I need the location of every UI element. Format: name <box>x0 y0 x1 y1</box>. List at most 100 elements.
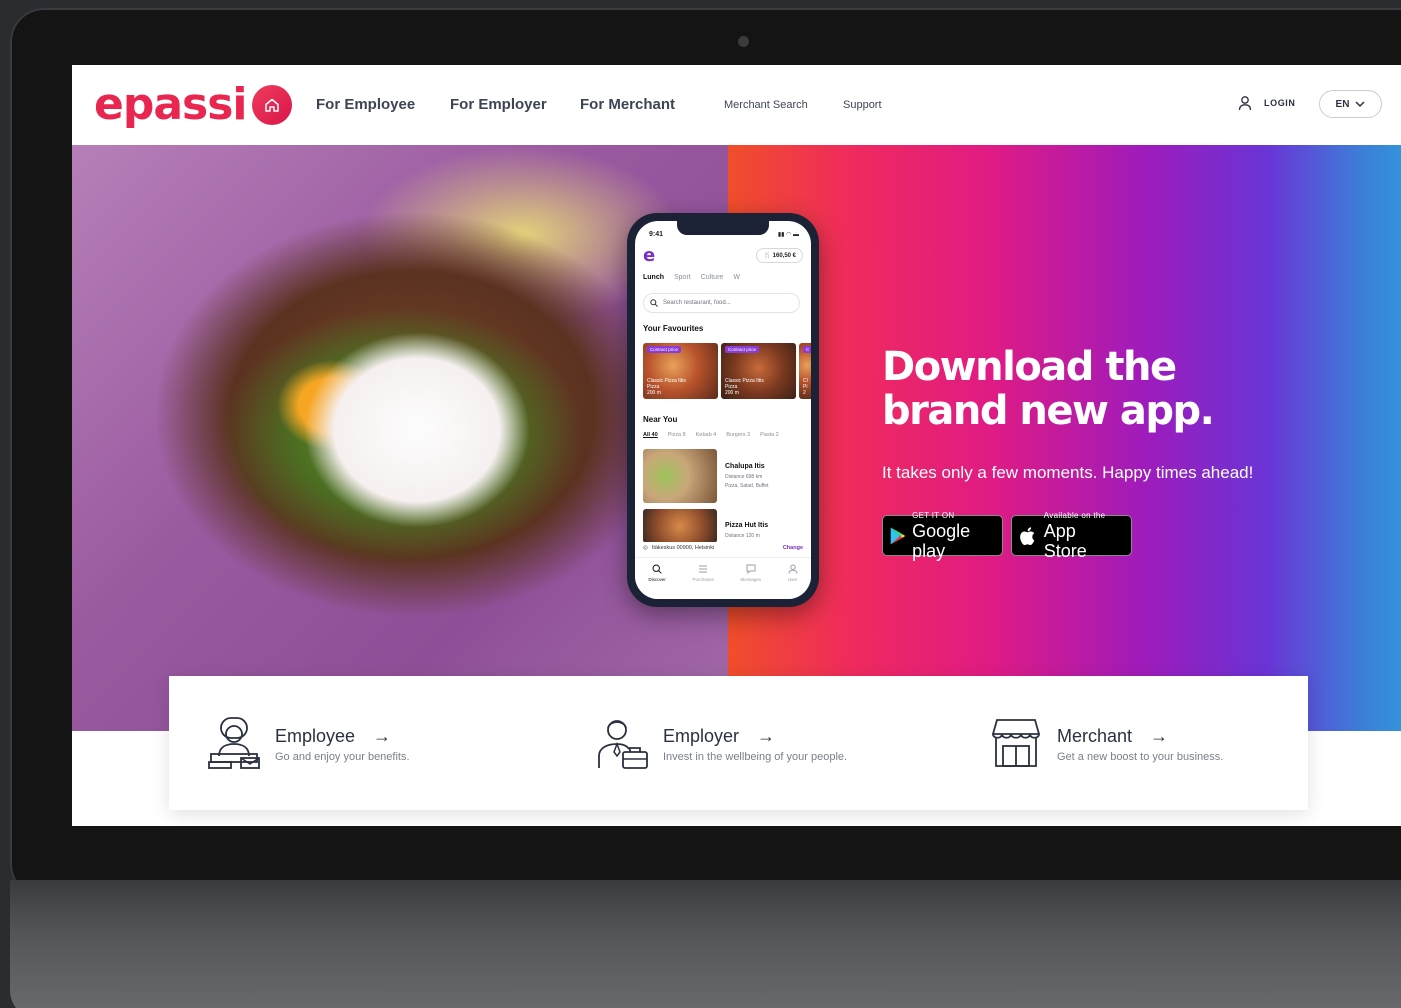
phone-screen: 9:41 ▮▮ ◠ ▬ e 🍴 160,50 € Lunch Sport Cul… <box>635 221 811 599</box>
app-logo-icon: e <box>643 245 656 266</box>
phone-nav-discover[interactable]: Discover <box>648 564 666 599</box>
phone-mockup: 9:41 ▮▮ ◠ ▬ e 🍴 160,50 € Lunch Sport Cul… <box>627 213 819 607</box>
restaurant-photo[interactable] <box>643 449 717 503</box>
favourite-distance: 200 m <box>647 390 661 396</box>
phone-notch <box>677 221 769 235</box>
phone-category-tabs: Lunch Sport Culture W <box>643 274 740 281</box>
nav-for-merchant[interactable]: For Merchant <box>580 96 675 113</box>
app-store-big: App Store <box>1043 520 1087 561</box>
phone-cat-more[interactable]: W <box>733 274 740 281</box>
phone-cat-culture[interactable]: Culture <box>701 274 724 281</box>
favourite-label: Classic Pizza Ittis Pizza 200 m <box>647 378 686 396</box>
phone-favourite-card[interactable]: Contract price Classic Pizza Ittis Pizza… <box>721 343 796 399</box>
phone-favourite-card[interactable]: C Cl Pi 2 <box>799 343 811 399</box>
restaurant-tags: Pizza, Salad, Buffet <box>725 483 769 489</box>
card-employer-desc: Invest in the wellbeing of your people. <box>663 751 848 763</box>
phone-nav-label: Messages <box>740 577 761 582</box>
nav-for-employer[interactable]: For Employer <box>450 96 547 113</box>
phone-near-heading: Near You <box>643 415 678 424</box>
google-play-button[interactable]: GET IT ON Google play <box>882 511 1003 561</box>
chevron-down-icon <box>1355 100 1365 107</box>
location-change-link[interactable]: Change <box>783 545 803 551</box>
login-label: LOGIN <box>1264 98 1296 108</box>
location-text: Itäkeskus 00900, Helsinki <box>651 545 715 551</box>
restaurant-photo[interactable] <box>643 509 717 543</box>
restaurant-name[interactable]: Chalupa Itis <box>725 463 765 470</box>
balance-value: 160,50 € <box>772 253 796 259</box>
site-header: epassi For Employee For Employer For Mer… <box>72 65 1401 145</box>
near-tab[interactable]: Kebab 4 <box>696 432 717 438</box>
message-icon <box>746 564 756 574</box>
card-employee[interactable]: Employee → Go and enjoy your benefits. <box>207 716 410 770</box>
phone-favourite-card[interactable]: Contract price Classic Pizza Ittis Pizza… <box>643 343 718 399</box>
laptop-base <box>10 880 1401 1008</box>
phone-time: 9:41 <box>649 231 664 238</box>
favourite-label: Classic Pizza Ittis Pizza 200 m <box>725 378 764 396</box>
hero-title-line-2: brand new app. <box>882 388 1215 434</box>
phone-status-icons: ▮▮ ◠ ▬ <box>777 232 799 238</box>
card-merchant-title: Merchant <box>1057 726 1133 746</box>
apple-icon <box>1020 526 1035 545</box>
employee-icon <box>208 717 260 769</box>
contract-price-badge: C <box>803 346 811 353</box>
language-value: EN <box>1335 98 1350 110</box>
phone-nav-label: Purchases <box>692 577 714 582</box>
arrow-right-icon: → <box>1150 726 1169 746</box>
near-tab[interactable]: Burgers 3 <box>726 432 750 438</box>
restaurant-distance: Distance 120 m <box>725 533 760 539</box>
restaurant-distance: Distance 698 km <box>725 474 763 480</box>
phone-favourites-heading: Your Favourites <box>643 324 704 333</box>
hero-gradient-panel <box>728 145 1401 731</box>
card-employee-title: Employee <box>275 726 356 746</box>
home-icon <box>265 98 279 112</box>
phone-cat-lunch[interactable]: Lunch <box>643 274 664 281</box>
employer-icon <box>598 720 648 769</box>
phone-balance[interactable]: 🍴 160,50 € <box>756 248 803 263</box>
phone-search-input[interactable]: Search restaurant, food... <box>643 293 800 313</box>
location-pin-icon: ◎ <box>643 545 648 551</box>
phone-search-placeholder: Search restaurant, food... <box>663 300 731 306</box>
near-tab[interactable]: Pizza 8 <box>668 432 686 438</box>
merchant-store-icon <box>991 719 1041 767</box>
restaurant-name[interactable]: Pizza Hut Itis <box>725 522 768 529</box>
phone-nav-purchases[interactable]: Purchases <box>693 564 714 599</box>
card-employer-title: Employer <box>663 726 740 746</box>
phone-nav-label: Discover <box>648 577 666 582</box>
restaurant-meta: Distance 698 km Pizza, Salad, Buffet <box>725 473 769 491</box>
near-tab[interactable]: Pasta 2 <box>760 432 779 438</box>
google-play-big: Google play <box>912 520 971 561</box>
search-icon <box>652 564 662 574</box>
hero-subtitle: It takes only a few moments. Happy times… <box>882 463 1254 482</box>
near-tab[interactable]: All 40 <box>643 432 658 438</box>
language-selector[interactable]: EN <box>1319 90 1382 118</box>
google-play-icon <box>890 526 906 545</box>
favourite-label: Cl Pi 2 <box>803 378 808 396</box>
card-employer[interactable]: Employer → Invest in the wellbeing of yo… <box>595 716 847 770</box>
nav-merchant-search[interactable]: Merchant Search <box>724 99 808 111</box>
google-play-small: GET IT ON <box>912 510 955 520</box>
search-icon <box>650 299 658 307</box>
nav-for-employee[interactable]: For Employee <box>316 96 415 113</box>
contract-price-badge: Contract price <box>647 346 682 353</box>
camera-dot <box>738 36 749 47</box>
card-merchant[interactable]: Merchant → Get a new boost to your busin… <box>989 716 1223 770</box>
phone-nav-label: User <box>787 577 798 582</box>
phone-nav-messages[interactable]: Messages <box>740 564 761 599</box>
user-icon <box>1238 96 1252 111</box>
phone-cat-sport[interactable]: Sport <box>674 274 691 281</box>
arrow-right-icon: → <box>757 726 776 746</box>
app-store-button[interactable]: Available on the App Store <box>1011 511 1132 561</box>
login-link[interactable]: LOGIN <box>1238 95 1296 111</box>
favourite-distance: 200 m <box>725 390 739 396</box>
phone-nav-user[interactable]: User <box>788 564 798 599</box>
epassi-logo[interactable]: epassi <box>94 79 247 130</box>
cutlery-icon: 🍴 <box>763 253 771 259</box>
nav-support[interactable]: Support <box>843 99 882 111</box>
home-button[interactable] <box>252 85 292 125</box>
phone-location-bar: ◎ Itäkeskus 00900, Helsinki Change <box>635 542 811 554</box>
user-icon <box>788 564 798 574</box>
card-merchant-desc: Get a new boost to your business. <box>1057 751 1224 763</box>
contract-price-badge: Contract price <box>725 346 760 353</box>
audience-cards: Employee → Go and enjoy your benefits. E… <box>169 676 1308 810</box>
arrow-right-icon: → <box>373 726 392 746</box>
